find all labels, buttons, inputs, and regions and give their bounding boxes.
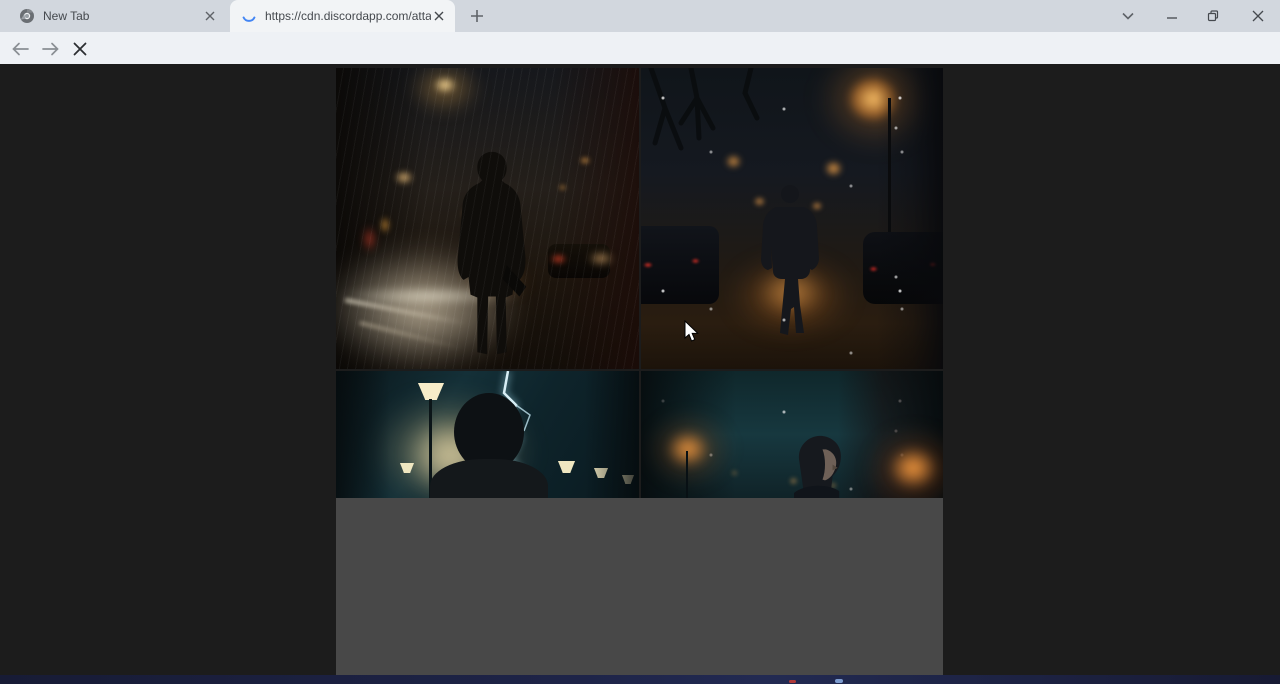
toolbar: cdn.discordapp.com/attachments/966491171… xyxy=(0,32,1280,64)
tab-title: https://cdn.discordapp.com/atta xyxy=(265,9,431,23)
stop-loading-button[interactable] xyxy=(66,35,94,63)
restore-button[interactable] xyxy=(1196,0,1230,32)
new-tab-button[interactable] xyxy=(467,6,487,26)
tab-close-icon[interactable] xyxy=(431,8,447,24)
tab-discord-cdn[interactable]: https://cdn.discordapp.com/atta xyxy=(230,0,455,32)
loading-spinner-icon xyxy=(241,8,257,24)
mouse-cursor xyxy=(683,320,700,344)
taskbar-icon-speck xyxy=(789,680,796,683)
forward-button[interactable] xyxy=(36,35,64,63)
tab-close-icon[interactable] xyxy=(202,8,218,24)
young-man-profile xyxy=(777,431,863,498)
close-window-button[interactable] xyxy=(1241,0,1275,32)
page-content-image-viewer xyxy=(0,64,1280,684)
back-button[interactable] xyxy=(6,35,34,63)
generated-image-quadrant-1[interactable] xyxy=(336,68,639,369)
browser-window: New Tab https://cdn.discordapp.com/atta xyxy=(0,0,1280,684)
tab-title: New Tab xyxy=(43,9,202,23)
generated-image-quadrant-3[interactable] xyxy=(336,371,639,498)
generated-image-quadrant-4[interactable] xyxy=(641,371,943,498)
image-loading-placeholder[interactable] xyxy=(336,498,943,675)
tab-strip: New Tab https://cdn.discordapp.com/atta xyxy=(0,0,1280,32)
taskbar-edge[interactable] xyxy=(0,675,1280,684)
tab-search-button[interactable] xyxy=(1111,0,1145,32)
taskbar-icon-speck xyxy=(835,679,843,683)
minimize-button[interactable] xyxy=(1155,0,1189,32)
tab-new-tab[interactable]: New Tab xyxy=(8,0,226,32)
chrome-logo-icon xyxy=(19,8,35,24)
